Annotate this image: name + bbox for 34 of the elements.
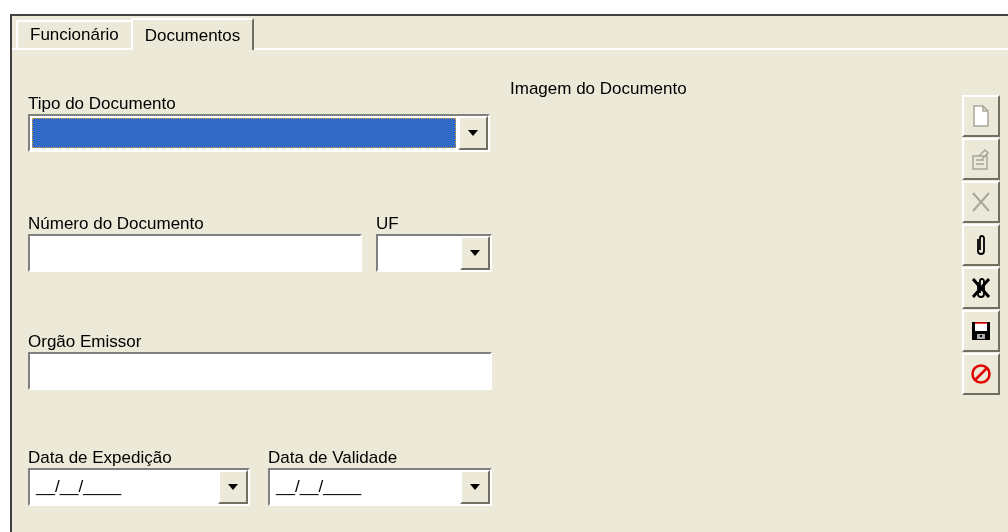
field-label: Número do Documento (28, 214, 205, 234)
cross-icon (970, 190, 992, 214)
issue-date-dropdown[interactable]: __/__/____ (28, 468, 250, 506)
crossed-paperclip-icon (970, 276, 992, 300)
field-label: UF (376, 214, 400, 234)
expiry-date-dropdown[interactable]: __/__/____ (268, 468, 492, 506)
page-edit-icon (970, 147, 992, 171)
save-button[interactable] (962, 310, 1000, 352)
dropdown-button[interactable] (460, 470, 490, 504)
field-label: Data de Expedição (28, 448, 173, 468)
tab[interactable]: Funcionário (16, 20, 131, 48)
field-label: Tipo do Documento (28, 94, 177, 114)
cancel-button[interactable] (962, 353, 1000, 395)
state-dropdown[interactable] (376, 234, 492, 272)
document-type-dropdown[interactable] (28, 114, 490, 152)
tab[interactable]: Documentos (130, 18, 255, 50)
blank-page-icon (970, 104, 992, 128)
caret-icon (470, 250, 480, 256)
issuer-input[interactable] (28, 352, 492, 390)
document-number-input[interactable] (28, 234, 362, 272)
dropdown-button[interactable] (458, 116, 488, 150)
field-label: Orgão Emissor (28, 332, 143, 352)
dropdown-button[interactable] (460, 236, 490, 270)
prohibited-icon (970, 362, 992, 386)
caret-icon (228, 484, 238, 490)
attach-button[interactable] (962, 224, 1000, 266)
dropdown-button[interactable] (218, 470, 248, 504)
date-mask: __/__/____ (34, 476, 123, 498)
image-panel-label: Imagem do Documento (510, 79, 687, 98)
date-mask: __/__/____ (274, 476, 363, 498)
detach-button[interactable] (962, 267, 1000, 309)
field-label: Data de Validade (268, 448, 399, 468)
caret-icon (468, 130, 478, 136)
caret-icon (470, 484, 480, 490)
